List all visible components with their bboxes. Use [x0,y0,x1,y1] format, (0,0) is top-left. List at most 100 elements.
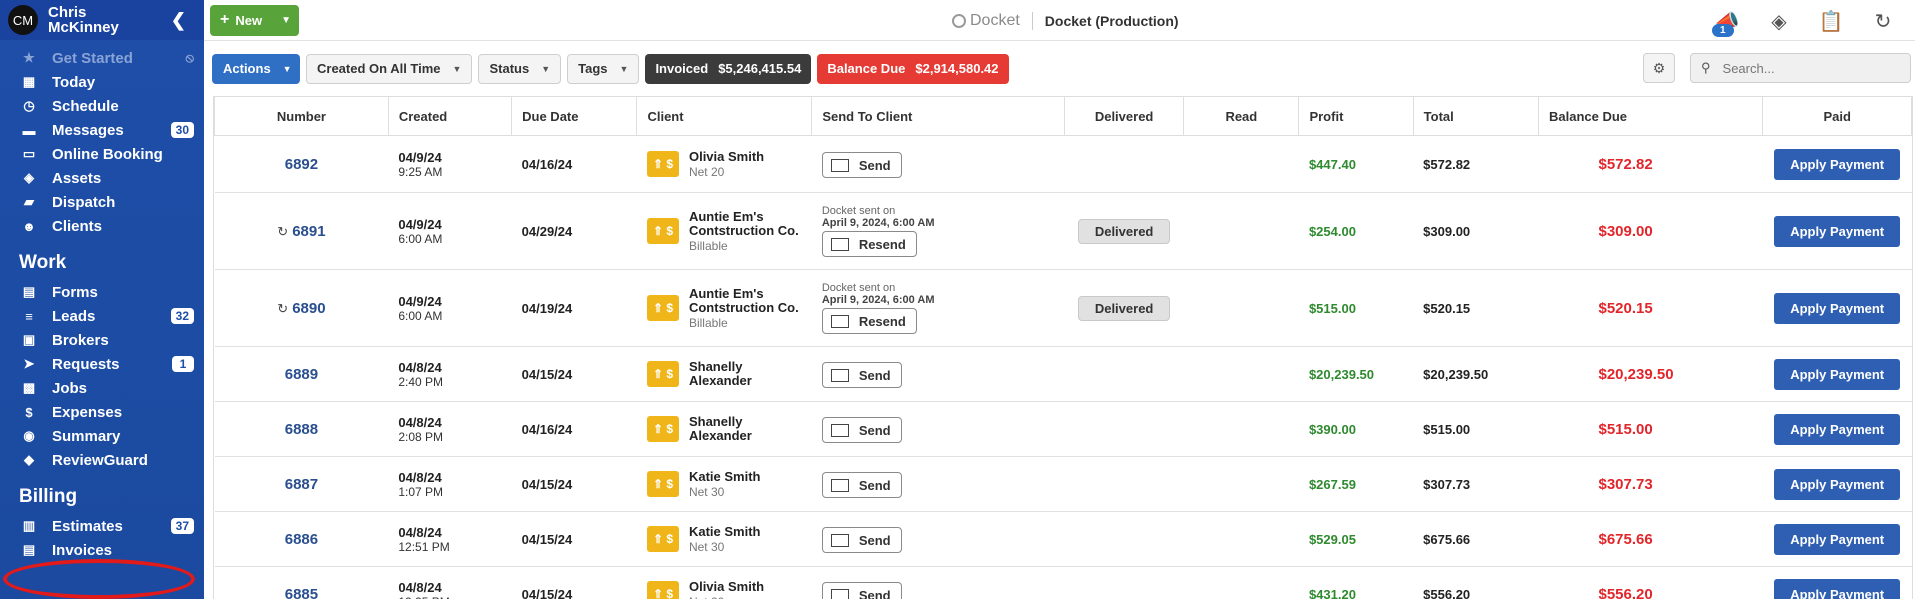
column-header-balance-due[interactable]: Balance Due [1537,96,1764,136]
column-header-total[interactable]: Total [1412,96,1539,136]
apply-payment-button[interactable]: Apply Payment [1774,578,1901,599]
invoice-number-link[interactable]: 6887 [285,476,318,493]
sidebar-item-today[interactable]: ▦ Today [0,70,204,94]
invoice-number-link[interactable]: 6885 [285,586,318,599]
send-button[interactable]: Resend [821,308,917,334]
tags-filter-dropdown[interactable]: Tags ▼ [567,53,640,84]
client-name-link[interactable]: Auntie Em's Contstruction Co. [689,209,802,238]
created-time: 6:00 AM [398,308,443,323]
client-type-icon: ⇑ $ [646,581,679,599]
invoice-number-link[interactable]: 6892 [285,156,318,173]
sidebar-item-get-started[interactable]: ★ Get Started ⦸ [0,46,204,70]
table-row[interactable]: 6892 04/9/24 9:25 AM 04/16/24 ⇑ $ Olivia Smit… [214,135,1912,193]
paid-cell: Apply Payment [1762,456,1912,512]
sidebar-item-schedule[interactable]: ◷ Schedule [0,94,204,118]
user-name[interactable]: Chris McKinney [48,5,158,35]
avatar[interactable]: CM [8,5,38,35]
sidebar-item-assets[interactable]: ◈ Assets [0,166,204,190]
column-header-number[interactable]: Number [214,96,389,136]
sidebar-item-forms[interactable]: ▤ Forms [0,280,204,304]
client-name-link[interactable]: Katie Smith [689,469,761,484]
settings-gear-icon[interactable]: ⚙ [1643,53,1675,83]
invoice-number-link[interactable]: 6886 [285,531,318,548]
sidebar-item-expenses[interactable]: $ Expenses [0,400,204,424]
column-header-created[interactable]: Created [387,96,513,136]
column-header-send-to-client[interactable]: Send To Client [811,96,1065,136]
apply-payment-button[interactable]: Apply Payment [1774,413,1901,445]
client-name-link[interactable]: Shanelly Alexander [689,360,802,388]
apply-payment-button[interactable]: Apply Payment [1774,358,1901,390]
profit-value: $254.00 [1308,223,1356,239]
client-name-link[interactable]: Katie Smith [689,524,761,539]
balance-due-cell: $515.00 [1538,401,1763,457]
invoice-number-link[interactable]: 6891 [292,223,325,240]
collapse-sidebar-icon[interactable]: ❮ [171,10,186,31]
sidebar-item-online-booking[interactable]: ▭ Online Booking [0,142,204,166]
column-header-delivered[interactable]: Delivered [1063,96,1185,136]
created-cell: 04/8/24 2:08 PM [388,401,512,457]
table-row[interactable]: ↻ 6890 04/9/24 6:00 AM 04/19/24 ⇑ $ Auntie Em'… [214,269,1912,347]
send-button[interactable]: Send [821,362,902,388]
table-row[interactable]: 6889 04/8/24 2:40 PM 04/15/24 ⇑ $ Shanelly Al… [214,346,1912,402]
history-icon[interactable]: ↻ [1871,9,1895,33]
sidebar-item-clients[interactable]: ☻ Clients [0,214,204,238]
search-input[interactable] [1722,60,1893,76]
invoice-number-link[interactable]: 6888 [285,421,318,438]
actions-dropdown[interactable]: Actions ▼ [212,53,300,84]
due-date-cell: 04/15/24 [511,456,637,512]
search-box: ⚲ [1690,53,1911,83]
eye-slash-icon[interactable]: ⦸ [186,50,194,66]
status-filter-dropdown[interactable]: Status ▼ [478,53,562,84]
table-row[interactable]: 6888 04/8/24 2:08 PM 04/16/24 ⇑ $ Shanelly Al… [214,401,1912,457]
send-label: Send [858,532,891,548]
send-button[interactable]: Send [821,417,902,443]
layers-icon[interactable]: ◈ [1767,9,1791,33]
megaphone-icon[interactable]: 📣 1 [1712,9,1739,37]
balance-due-value: $556.20 [1598,585,1653,599]
apply-payment-button[interactable]: Apply Payment [1774,523,1901,555]
client-name-link[interactable]: Olivia Smith [689,149,764,164]
actions-label: Actions [223,61,271,76]
table-row[interactable]: 6885 04/8/2412:25 PM 04/15/24 ⇑ $ Olivia Smi… [214,566,1912,599]
client-name-link[interactable]: Auntie Em's Contstruction Co. [689,286,802,315]
send-button[interactable]: Send [821,582,902,599]
table-row[interactable]: 6887 04/8/24 1:07 PM 04/15/24 ⇑ $ Katie Smith… [214,456,1912,512]
column-header-client[interactable]: Client [636,96,813,136]
sidebar-item-summary[interactable]: ◉ Summary [0,424,204,448]
client-name-link[interactable]: Shanelly Alexander [689,415,802,443]
sidebar-item-estimates[interactable]: ▥ Estimates 37 [0,514,204,538]
column-header-read[interactable]: Read [1183,96,1300,136]
sidebar-item-leads[interactable]: ≡ Leads 32 [0,304,204,328]
column-header-profit[interactable]: Profit [1298,96,1414,136]
client-name-link[interactable]: Olivia Smith [689,579,764,594]
apply-payment-button[interactable]: Apply Payment [1774,148,1901,180]
created-filter-dropdown[interactable]: Created On All Time ▼ [306,53,473,84]
invoice-number-link[interactable]: 6890 [292,300,325,317]
sidebar-item-reviewguard[interactable]: ◆ ReviewGuard [0,448,204,472]
balance-due-cell: $675.66 [1538,511,1763,567]
delivered-cell: Delivered [1064,269,1184,347]
new-button[interactable]: + New ▼ [210,4,299,36]
clipboard-icon[interactable]: 📋 [1819,9,1844,33]
invoice-number-link[interactable]: 6889 [285,366,318,383]
column-header-due-date[interactable]: Due Date [511,96,638,136]
sidebar-item-brokers[interactable]: ▣ Brokers [0,328,204,352]
sidebar-item-requests[interactable]: ➤ Requests 1 [0,352,204,376]
table-row[interactable]: 6886 04/8/24 12:51 PM 04/15/24 ⇑ $ Katie Smit… [214,511,1912,567]
send-button[interactable]: Send [821,527,902,553]
send-button[interactable]: Send [821,472,902,498]
sidebar-item-dispatch[interactable]: ▰ Dispatch [0,190,204,214]
apply-payment-button[interactable]: Apply Payment [1774,468,1901,500]
sidebar-item-messages[interactable]: ▬ Messages 30 [0,118,204,142]
column-header-paid[interactable]: Paid [1762,96,1912,136]
send-button[interactable]: Send [821,152,902,178]
balance-due-cell: $520.15 [1538,269,1763,347]
client-type-icon: ⇑ $ [646,295,679,321]
apply-payment-button[interactable]: Apply Payment [1774,292,1901,324]
sidebar-item-jobs[interactable]: ▩ Jobs [0,376,204,400]
table-row[interactable]: ↻ 6891 04/9/24 6:00 AM 04/29/24 ⇑ $ Auntie Em'… [214,192,1912,270]
send-button[interactable]: Resend [821,231,917,257]
sidebar-item-label: Online Booking [52,145,163,163]
sent-info: Docket sent on April 9, 2024, 6:00 AM [822,282,1055,306]
apply-payment-button[interactable]: Apply Payment [1774,215,1901,247]
